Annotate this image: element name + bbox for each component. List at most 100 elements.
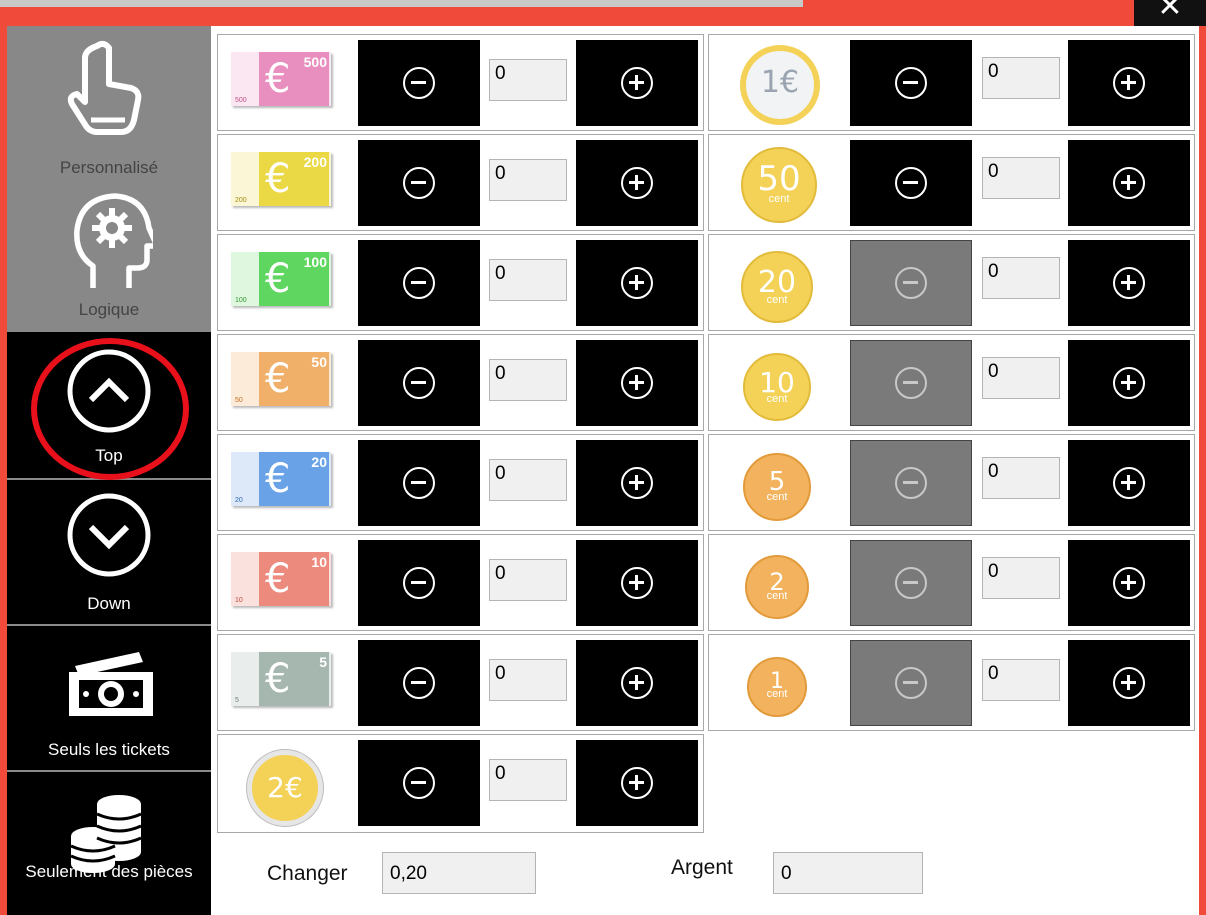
plus-circle-icon: [1113, 567, 1145, 599]
sidebar-item-label: Seulement des pièces: [25, 862, 193, 881]
increment-button[interactable]: [576, 140, 698, 226]
banknote-value: 20: [311, 454, 327, 470]
decrement-button[interactable]: [850, 540, 972, 626]
coin-unit: cent: [766, 590, 788, 602]
coin-10-cent-image: 10 cent: [743, 353, 811, 421]
close-button[interactable]: ✕: [1134, 0, 1206, 26]
decrement-button[interactable]: [850, 140, 972, 226]
decrement-button[interactable]: [850, 440, 972, 526]
banknote-row: € 10 10 0: [217, 534, 704, 631]
sidebar-item-label: Seuls les tickets: [48, 740, 170, 759]
plus-circle-icon: [1113, 167, 1145, 199]
quantity-field[interactable]: 0: [489, 59, 567, 101]
coin-5-cent-image: 5 cent: [743, 453, 811, 521]
quantity-field[interactable]: 0: [489, 759, 567, 801]
minus-circle-icon: [403, 267, 435, 299]
coin-value: 1€: [760, 65, 800, 100]
quantity-field[interactable]: 0: [489, 559, 567, 601]
banknotes-icon: [69, 652, 153, 716]
quantity-field[interactable]: 0: [489, 659, 567, 701]
decrement-button[interactable]: [358, 740, 480, 826]
banknote-value-small: 200: [235, 197, 247, 204]
increment-button[interactable]: [576, 440, 698, 526]
banknote-100: € 100 100: [231, 252, 331, 306]
decrement-button[interactable]: [358, 440, 480, 526]
title-bar-strip: [0, 0, 803, 7]
quantity-field[interactable]: 0: [982, 257, 1060, 299]
increment-button[interactable]: [1068, 540, 1190, 626]
plus-circle-icon: [621, 467, 653, 499]
decrement-button[interactable]: [358, 240, 480, 326]
increment-button[interactable]: [1068, 40, 1190, 126]
quantity-field[interactable]: 0: [489, 159, 567, 201]
quantity-field[interactable]: 0: [982, 357, 1060, 399]
increment-button[interactable]: [576, 740, 698, 826]
decrement-button[interactable]: [358, 140, 480, 226]
quantity-field[interactable]: 0: [489, 359, 567, 401]
increment-button[interactable]: [576, 540, 698, 626]
change-field[interactable]: 0,20: [382, 852, 536, 894]
quantity-field[interactable]: 0: [982, 157, 1060, 199]
sidebar-item-tickets[interactable]: Seuls les tickets: [7, 626, 211, 770]
decrement-button[interactable]: [358, 340, 480, 426]
increment-button[interactable]: [576, 240, 698, 326]
banknote-5: € 5 5: [231, 652, 331, 706]
decrement-button[interactable]: [850, 640, 972, 726]
decrement-button[interactable]: [850, 240, 972, 326]
banknote-image: € 10 10: [231, 552, 337, 610]
euro-icon: €: [265, 456, 291, 502]
coin-1-euro-image: 1€: [740, 45, 820, 125]
money-label: Argent: [671, 856, 733, 879]
plus-circle-icon: [621, 167, 653, 199]
euro-icon: €: [265, 356, 291, 402]
decrement-button[interactable]: [358, 540, 480, 626]
quantity-field[interactable]: 0: [982, 57, 1060, 99]
banknote-value: 10: [311, 554, 327, 570]
banknote-value: 200: [303, 154, 327, 170]
sidebar-item-label: Down: [87, 594, 131, 613]
minus-circle-icon: [403, 167, 435, 199]
banknote-value-small: 20: [235, 497, 243, 504]
increment-button[interactable]: [1068, 640, 1190, 726]
increment-button[interactable]: [1068, 240, 1190, 326]
decrement-button[interactable]: [850, 340, 972, 426]
banknote-image: € 500 500: [231, 52, 337, 110]
increment-button[interactable]: [576, 340, 698, 426]
sidebar-item-logique[interactable]: Logique: [7, 186, 211, 332]
minus-circle-icon: [403, 367, 435, 399]
coin-value: 2€: [267, 771, 303, 804]
decrement-button[interactable]: [358, 40, 480, 126]
decrement-button[interactable]: [358, 640, 480, 726]
coin-1-cent-image: 1 cent: [747, 657, 807, 717]
coin-row: 20 cent 0: [708, 234, 1195, 331]
banknote-value: 500: [303, 54, 327, 70]
money-field[interactable]: 0: [773, 852, 923, 894]
banknote-row: € 200 200 0: [217, 134, 704, 231]
increment-button[interactable]: [1068, 140, 1190, 226]
banknote-row: € 5 5 0: [217, 634, 704, 731]
plus-circle-icon: [621, 567, 653, 599]
quantity-field[interactable]: 0: [982, 457, 1060, 499]
main-window: Personnalisé Logique Top Down Seuls les …: [7, 26, 1199, 915]
quantity-field[interactable]: 0: [982, 557, 1060, 599]
sidebar-item-label: Logique: [78, 300, 140, 319]
increment-button[interactable]: [1068, 340, 1190, 426]
sidebar-item-coins[interactable]: Seulement des pièces: [7, 772, 211, 915]
highlight-ring: [31, 338, 189, 480]
decrement-button[interactable]: [850, 40, 972, 126]
banknote-value-small: 100: [235, 297, 247, 304]
coin-row: 1 cent 0: [708, 634, 1195, 731]
quantity-field[interactable]: 0: [489, 259, 567, 301]
increment-button[interactable]: [576, 640, 698, 726]
increment-button[interactable]: [576, 40, 698, 126]
title-bar: [0, 0, 1206, 8]
sidebar-item-down[interactable]: Down: [7, 480, 211, 624]
quantity-field[interactable]: 0: [982, 659, 1060, 701]
chevron-down-circle-icon: [67, 493, 151, 577]
increment-button[interactable]: [1068, 440, 1190, 526]
coin-unit: cent: [766, 491, 788, 503]
quantity-field[interactable]: 0: [489, 459, 567, 501]
plus-circle-icon: [621, 667, 653, 699]
sidebar-item-personnalise[interactable]: Personnalisé: [7, 26, 211, 186]
banknote-row: € 100 100 0: [217, 234, 704, 331]
